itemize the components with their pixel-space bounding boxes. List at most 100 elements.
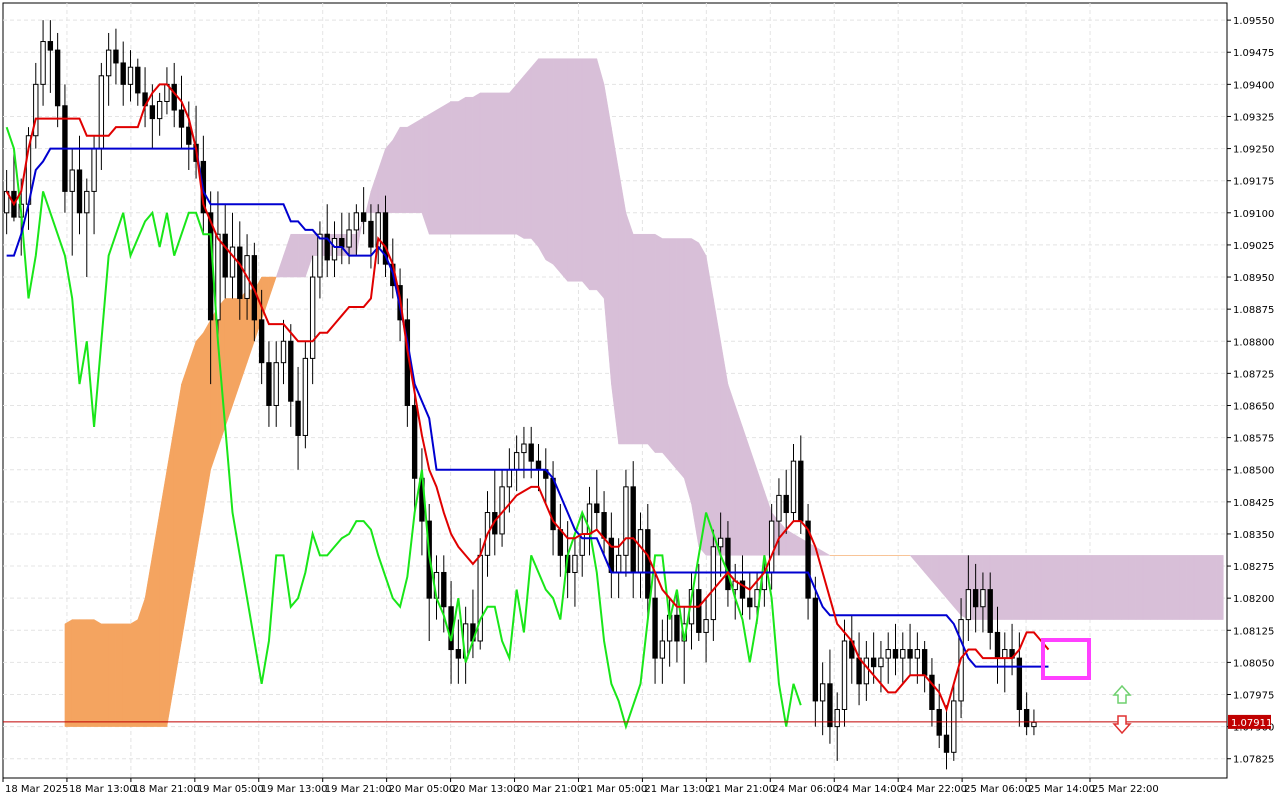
y-tick-label: 1.08275 — [1233, 562, 1274, 573]
candle-down — [594, 503, 600, 514]
y-tick-label: 1.08950 — [1233, 273, 1274, 284]
candle-down — [149, 105, 156, 120]
kumo-segment — [618, 169, 627, 445]
kumo-segment — [683, 238, 692, 505]
candle-up — [84, 190, 90, 214]
candle-down — [812, 597, 819, 702]
candle-down — [288, 340, 294, 402]
kumo-segment — [1055, 555, 1064, 620]
candle-up — [1002, 649, 1008, 659]
kumo-segment — [713, 298, 721, 556]
candle-down — [1023, 708, 1030, 728]
candle-down — [178, 109, 185, 128]
candle-up — [768, 520, 775, 573]
kumo-segment — [1019, 555, 1027, 620]
kumo-segment — [108, 623, 117, 727]
kumo-segment — [159, 469, 168, 727]
x-tick-label: 18 Mar 13:00 — [69, 784, 136, 795]
candle-down — [696, 589, 702, 633]
candle-down — [339, 237, 345, 248]
candle-up — [273, 362, 279, 406]
kumo-segment — [654, 233, 663, 453]
kumo-segment — [632, 233, 641, 445]
kumo-segment — [93, 619, 102, 727]
kumo-segment — [1201, 555, 1210, 620]
x-tick-label: 20 Mar 21:00 — [517, 784, 584, 795]
candle-down — [47, 41, 54, 51]
candle-up — [717, 537, 724, 548]
candle-up — [309, 276, 316, 359]
kumo-segment — [188, 341, 197, 599]
kumo-segment — [1215, 555, 1224, 620]
x-tick-label: 18 Mar 2025 — [5, 784, 68, 795]
candle-down — [972, 589, 979, 608]
candle-up — [477, 554, 483, 642]
kumo-segment — [516, 75, 525, 239]
candle-up — [980, 589, 986, 608]
kumo-segment — [1026, 555, 1035, 620]
y-tick-label: 1.07825 — [1233, 755, 1274, 766]
x-tick-label: 19 Mar 13:00 — [261, 784, 328, 795]
y-tick-label: 1.08200 — [1233, 594, 1274, 605]
candle-up — [280, 340, 287, 364]
candle-down — [601, 512, 607, 539]
candle-up — [69, 169, 75, 192]
candle-up — [834, 708, 840, 728]
kumo-segment — [785, 529, 794, 556]
kumo-segment — [727, 383, 736, 556]
candle-up — [965, 589, 972, 621]
kumo-segment — [101, 623, 109, 727]
candle-down — [411, 404, 418, 479]
kumo-segment — [501, 92, 510, 235]
candle-down — [557, 529, 564, 556]
y-tick-label: 1.08725 — [1233, 369, 1274, 380]
kumo-segment — [1062, 555, 1071, 620]
x-tick-label: 25 Mar 22:00 — [1092, 784, 1159, 795]
candle-up — [302, 357, 309, 436]
kumo-segment — [130, 619, 139, 727]
kumo-segment — [742, 426, 751, 556]
candle-up — [863, 657, 870, 685]
kumo-segment — [465, 96, 474, 235]
kumo-segment — [450, 101, 459, 235]
kumo-segment — [224, 298, 233, 427]
kumo-segment — [479, 92, 488, 235]
candle-up — [790, 460, 797, 514]
candle-up — [98, 75, 105, 150]
kumo-segment — [1179, 555, 1188, 620]
kumo-segment — [436, 105, 445, 235]
kumo-segment — [494, 92, 503, 235]
kumo-segment — [669, 238, 678, 471]
kumo-segment — [173, 384, 182, 684]
candle-down — [222, 233, 228, 278]
candle-down — [892, 649, 899, 659]
candle-up — [513, 452, 520, 471]
kumo-segment — [560, 58, 568, 282]
x-tick-label: 19 Mar 05:00 — [197, 784, 264, 795]
x-tick-label: 21 Mar 21:00 — [708, 784, 775, 795]
kumo-segment — [705, 255, 714, 556]
candle-up — [127, 66, 134, 85]
x-tick-label: 25 Mar 06:00 — [964, 784, 1031, 795]
kumo-segment — [538, 58, 547, 261]
kumo-segment — [946, 555, 955, 608]
candle-up — [703, 619, 709, 633]
kumo-segment — [567, 58, 576, 282]
kumo-segment — [698, 241, 707, 557]
ichimoku-chart[interactable]: 1.09550 1.09475 1.09400 1.09325 1.09250 1.091… — [0, 0, 1280, 800]
candle-down — [856, 657, 862, 685]
kumo-segment — [596, 58, 605, 300]
kumo-segment — [122, 623, 131, 727]
kumo-segment — [676, 238, 685, 479]
y-tick-label: 1.07975 — [1233, 691, 1274, 702]
candle-up — [710, 546, 717, 621]
kumo-segment — [523, 66, 532, 239]
current-price-label: 1.07911 — [1231, 718, 1272, 729]
y-tick-label: 1.08800 — [1233, 337, 1274, 348]
kumo-segment — [691, 238, 700, 547]
candle-down — [921, 649, 928, 676]
kumo-segment — [1040, 555, 1049, 620]
kumo-segment — [385, 139, 394, 214]
candle-up — [91, 148, 97, 192]
kumo-segment — [407, 122, 415, 214]
